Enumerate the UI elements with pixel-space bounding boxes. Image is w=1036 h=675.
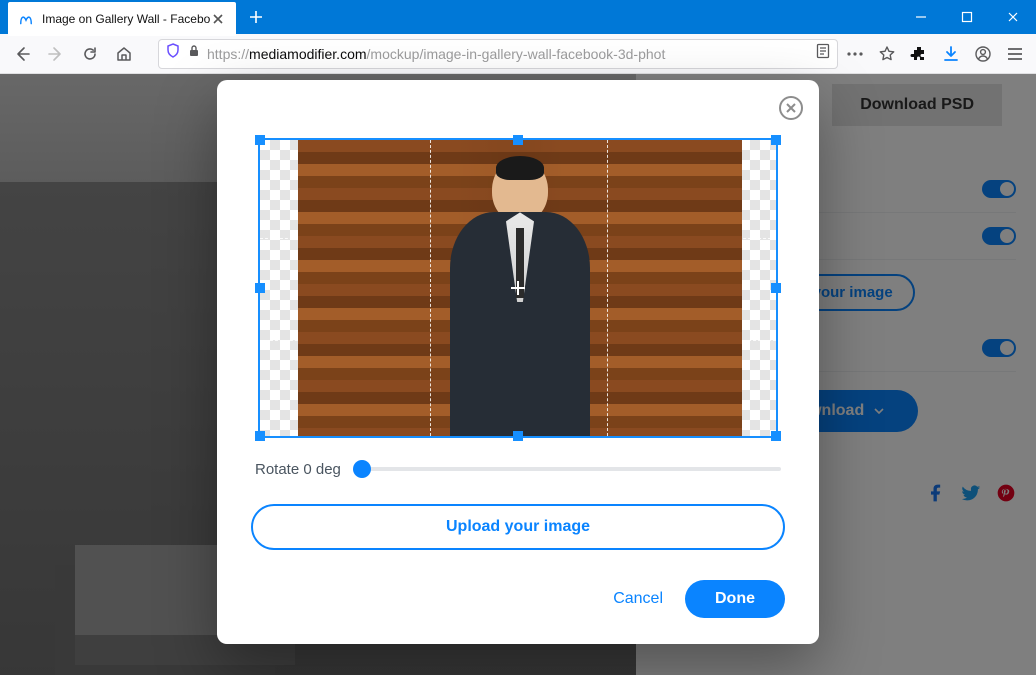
crop-handle-right[interactable] (771, 283, 781, 293)
crop-handle-top-left[interactable] (255, 135, 265, 145)
uploaded-image[interactable] (298, 140, 742, 436)
window-close[interactable] (990, 0, 1036, 34)
crop-handle-bottom-right[interactable] (771, 431, 781, 441)
new-tab-button[interactable] (242, 3, 270, 31)
person-illustration (445, 152, 595, 436)
extensions-icon[interactable] (904, 39, 934, 69)
cancel-button[interactable]: Cancel (613, 590, 663, 608)
bookmark-star-icon[interactable] (872, 39, 902, 69)
browser-navbar: https://mediamodifier.com/mockup/image-i… (0, 34, 1036, 74)
nav-forward (40, 38, 72, 70)
crop-handle-top-right[interactable] (771, 135, 781, 145)
upload-image-button[interactable]: Upload your image (251, 504, 785, 550)
modal-actions: Cancel Done (251, 580, 785, 618)
browser-tab[interactable]: Image on Gallery Wall - Facebo (8, 2, 236, 36)
nav-reload[interactable] (74, 38, 106, 70)
modal-close-button[interactable] (779, 96, 803, 120)
crop-handle-bottom[interactable] (513, 431, 523, 441)
downloads-icon[interactable] (936, 39, 966, 69)
slider-thumb[interactable] (353, 460, 371, 478)
image-crop-modal: Rotate 0 deg Upload your image Cancel Do… (217, 80, 819, 644)
tracking-shield-icon[interactable] (165, 43, 181, 64)
crop-canvas[interactable] (258, 138, 778, 438)
window-minimize[interactable] (898, 0, 944, 34)
window-maximize[interactable] (944, 0, 990, 34)
tab-close-icon[interactable] (210, 11, 226, 27)
url-bar[interactable]: https://mediamodifier.com/mockup/image-i… (158, 39, 838, 69)
crop-handle-bottom-left[interactable] (255, 431, 265, 441)
done-button[interactable]: Done (685, 580, 785, 618)
rotate-slider[interactable] (355, 460, 781, 478)
nav-back[interactable] (6, 38, 38, 70)
window-titlebar: Image on Gallery Wall - Facebo (0, 0, 1036, 34)
rotate-row: Rotate 0 deg (251, 460, 785, 478)
page-actions-icon[interactable] (840, 39, 870, 69)
page-viewport: Download PSD Edit this template in a liv… (0, 74, 1036, 675)
app-menu-icon[interactable] (1000, 39, 1030, 69)
crop-handle-left[interactable] (255, 283, 265, 293)
url-text[interactable]: https://mediamodifier.com/mockup/image-i… (207, 46, 809, 62)
reader-mode-icon[interactable] (815, 43, 831, 64)
slider-track (355, 467, 781, 471)
crop-handle-top[interactable] (513, 135, 523, 145)
account-icon[interactable] (968, 39, 998, 69)
site-favicon (18, 11, 34, 27)
lock-icon[interactable] (187, 44, 201, 63)
window-controls (898, 0, 1036, 34)
tab-title: Image on Gallery Wall - Facebo (42, 12, 210, 26)
nav-home[interactable] (108, 38, 140, 70)
rotate-label: Rotate 0 deg (255, 461, 341, 478)
